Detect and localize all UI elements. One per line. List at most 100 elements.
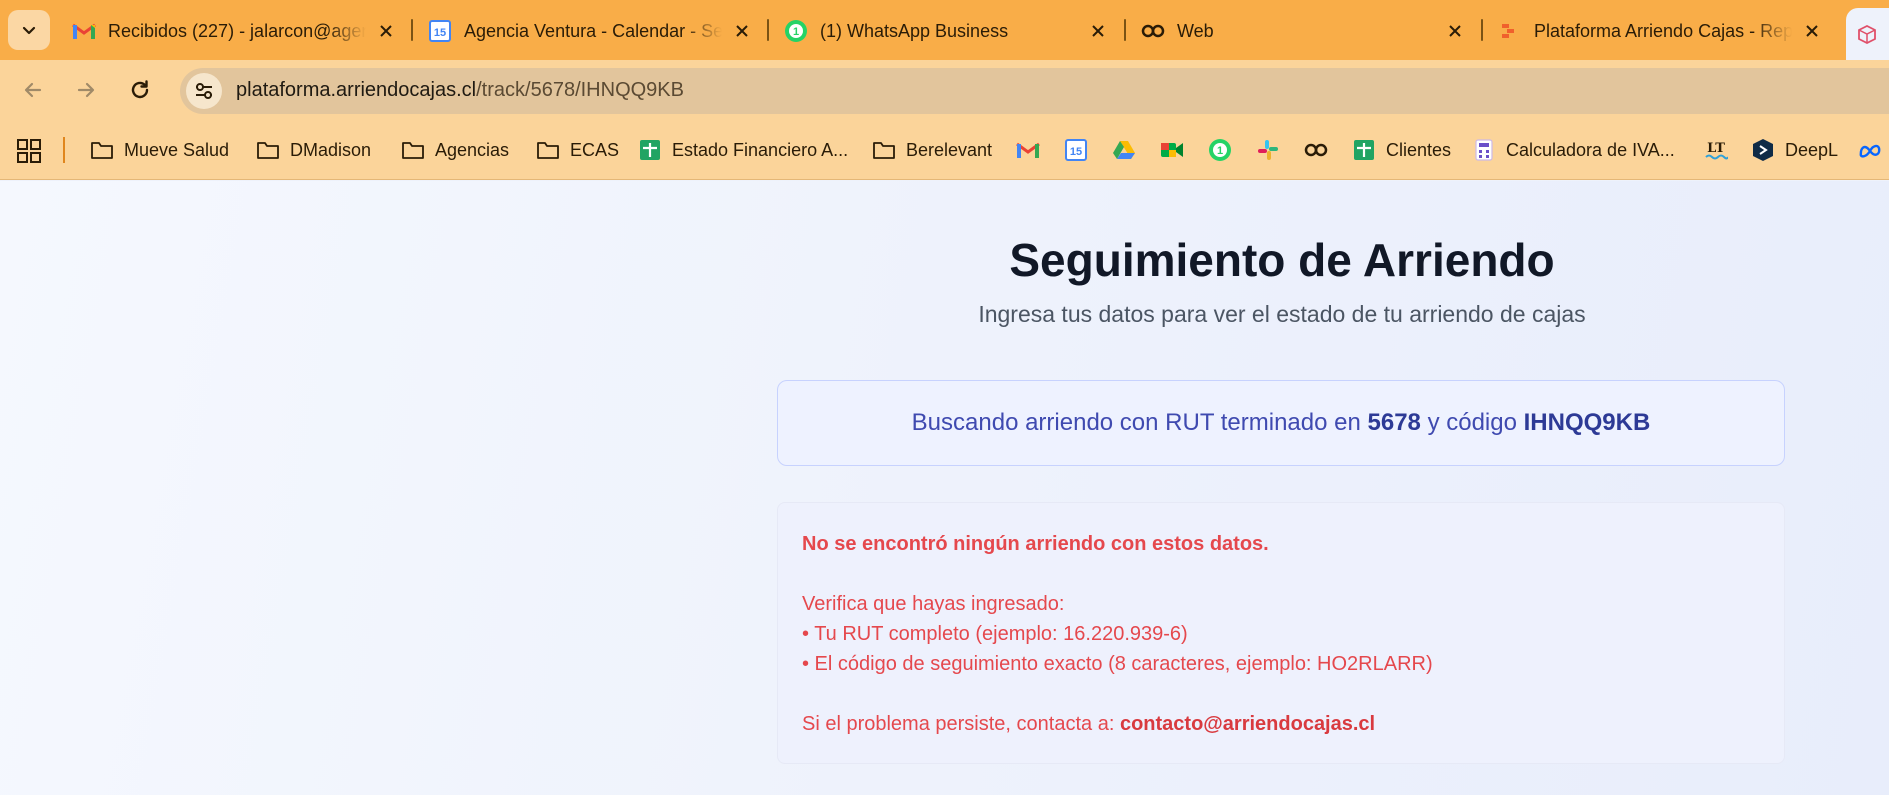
sheets-icon [1352, 138, 1376, 162]
forward-button[interactable] [66, 70, 106, 110]
url-text[interactable]: plataforma.arriendocajas.cl/track/5678/I… [236, 79, 684, 102]
error-message-box: No se encontró ningún arriendo con estos… [777, 502, 1785, 764]
bookmark-label: Berelevant [906, 139, 993, 160]
error-bullet-code: • El código de seguimiento exacto (8 car… [802, 653, 1433, 675]
whatsapp-icon: 1 [784, 19, 808, 43]
contact-email-link[interactable]: contacto@arriendocajas.cl [1120, 713, 1375, 735]
bookmark-label: Mueve Salud [124, 139, 230, 160]
address-bar[interactable]: plataforma.arriendocajas.cl/track/5678/I… [180, 68, 1889, 114]
bookmark-dmadison[interactable]: DMadison [256, 134, 371, 166]
bookmark-drive[interactable] [1112, 134, 1146, 166]
folder-icon [872, 138, 896, 162]
bookmark-calendar[interactable]: 15 [1064, 134, 1098, 166]
svg-text:LT: LT [1707, 141, 1725, 156]
search-info-box: Buscando arriendo con RUT terminado en 5… [777, 380, 1785, 466]
bookmark-clientes[interactable]: Clientes [1352, 134, 1451, 166]
whatsapp-icon: 1 [1208, 138, 1232, 162]
bookmark-calculadora-iva[interactable]: Calculadora de IVA... [1472, 134, 1675, 166]
tracking-code: IHNQQ9KB [1523, 409, 1651, 436]
tab-separator [1481, 19, 1483, 41]
calculator-icon [1472, 138, 1496, 162]
bookmark-label: DMadison [290, 139, 372, 160]
url-host: plataforma.arriendocajas.cl [236, 79, 477, 101]
tab-gmail[interactable]: Recibidos (227) - jalarcon@agen [58, 8, 410, 54]
tab-title: Web [1177, 20, 1214, 41]
bookmark-whatsapp[interactable]: 1 [1208, 134, 1242, 166]
bookmark-mueve-salud[interactable]: Mueve Salud [90, 134, 229, 166]
deepl-icon [1751, 138, 1775, 162]
tab-whatsapp[interactable]: 1 (1) WhatsApp Business [770, 8, 1122, 54]
arrow-left-icon [24, 82, 42, 98]
bookmark-slack[interactable] [1256, 134, 1290, 166]
bolt-icon [1498, 19, 1522, 43]
gmail-icon [72, 19, 96, 43]
folder-icon [90, 138, 114, 162]
apps-grid-icon[interactable] [16, 138, 42, 164]
tab-plataforma[interactable]: Plataforma Arriendo Cajas - Rep [1484, 8, 1836, 54]
close-icon[interactable] [374, 19, 398, 43]
meet-icon [1160, 138, 1184, 162]
chevron-down-icon [22, 26, 36, 35]
bookmark-web[interactable] [1304, 134, 1338, 166]
folder-icon [401, 138, 425, 162]
bookmark-label: Agencias [435, 139, 510, 160]
tab-search-button[interactable] [8, 10, 50, 50]
tab-title: Agencia Ventura - Calendar - Se [464, 20, 722, 41]
tab-web[interactable]: Web [1127, 8, 1479, 54]
site-info-button[interactable] [186, 73, 222, 109]
close-icon[interactable] [1800, 19, 1824, 43]
sheets-icon [638, 138, 662, 162]
bookmark-ecas[interactable]: ECAS [536, 134, 619, 166]
tab-separator [411, 19, 413, 41]
gmail-icon [1016, 138, 1040, 162]
bookmark-label: Clientes [1386, 139, 1452, 160]
folder-icon [256, 138, 280, 162]
web-icon [1141, 19, 1165, 43]
close-icon[interactable] [1086, 19, 1110, 43]
close-icon[interactable] [730, 19, 754, 43]
bookmark-label: ECAS [570, 139, 620, 160]
web-icon [1304, 138, 1328, 162]
box-icon [1858, 24, 1876, 45]
close-icon[interactable] [1443, 19, 1467, 43]
calendar-icon: 15 [428, 19, 452, 43]
drive-icon [1112, 138, 1136, 162]
tab-strip: Recibidos (227) - jalarcon@agen 15 Agenc… [0, 0, 1889, 60]
svg-text:15: 15 [434, 27, 446, 39]
bookmarks-bar: Mueve Salud DMadison Agencias ECAS Estad… [0, 120, 1889, 180]
error-verify-intro: Verifica que hayas ingresado: [802, 593, 1065, 615]
rut-suffix: 5678 [1367, 409, 1421, 436]
tab-active[interactable] [1846, 8, 1889, 60]
bookmark-meet[interactable] [1160, 134, 1194, 166]
bookmark-meta[interactable] [1858, 134, 1889, 166]
bookmark-estado-financiero[interactable]: Estado Financiero A... [638, 134, 848, 166]
browser-toolbar: plataforma.arriendocajas.cl/track/5678/I… [0, 60, 1889, 120]
page-subtitle: Ingresa tus datos para ver el estado de … [978, 301, 1586, 327]
error-bullet-rut: • Tu RUT completo (ejemplo: 16.220.939-6… [802, 623, 1188, 645]
tab-separator [1124, 19, 1126, 41]
tune-icon [196, 83, 212, 99]
bookmarks-separator [63, 137, 65, 163]
slack-icon [1256, 138, 1280, 162]
bookmark-deepl[interactable]: DeepL [1751, 134, 1838, 166]
bookmark-berelevant[interactable]: Berelevant [872, 134, 992, 166]
back-button[interactable] [13, 70, 53, 110]
bookmark-languagetool[interactable]: LT [1704, 134, 1738, 166]
error-contact: Si el problema persiste, contacta a: con… [802, 709, 1760, 739]
bookmark-label: Estado Financiero A... [672, 139, 849, 160]
bookmark-gmail[interactable] [1016, 134, 1050, 166]
bookmark-agencias[interactable]: Agencias [401, 134, 509, 166]
arrow-right-icon [77, 82, 95, 98]
reload-button[interactable] [120, 70, 160, 110]
tab-calendar[interactable]: 15 Agencia Ventura - Calendar - Se [414, 8, 766, 54]
tab-title: Plataforma Arriendo Cajas - Rep [1534, 20, 1792, 41]
bookmark-label: DeepL [1785, 139, 1839, 160]
svg-text:1: 1 [1217, 145, 1223, 157]
error-title: No se encontró ningún arriendo con estos… [802, 533, 1269, 555]
tab-separator [767, 19, 769, 41]
svg-text:15: 15 [1070, 146, 1082, 158]
url-path: /track/5678/IHNQQ9KB [476, 79, 684, 101]
languagetool-icon: LT [1704, 138, 1728, 162]
tab-title: (1) WhatsApp Business [820, 20, 1009, 41]
svg-text:1: 1 [793, 26, 799, 38]
